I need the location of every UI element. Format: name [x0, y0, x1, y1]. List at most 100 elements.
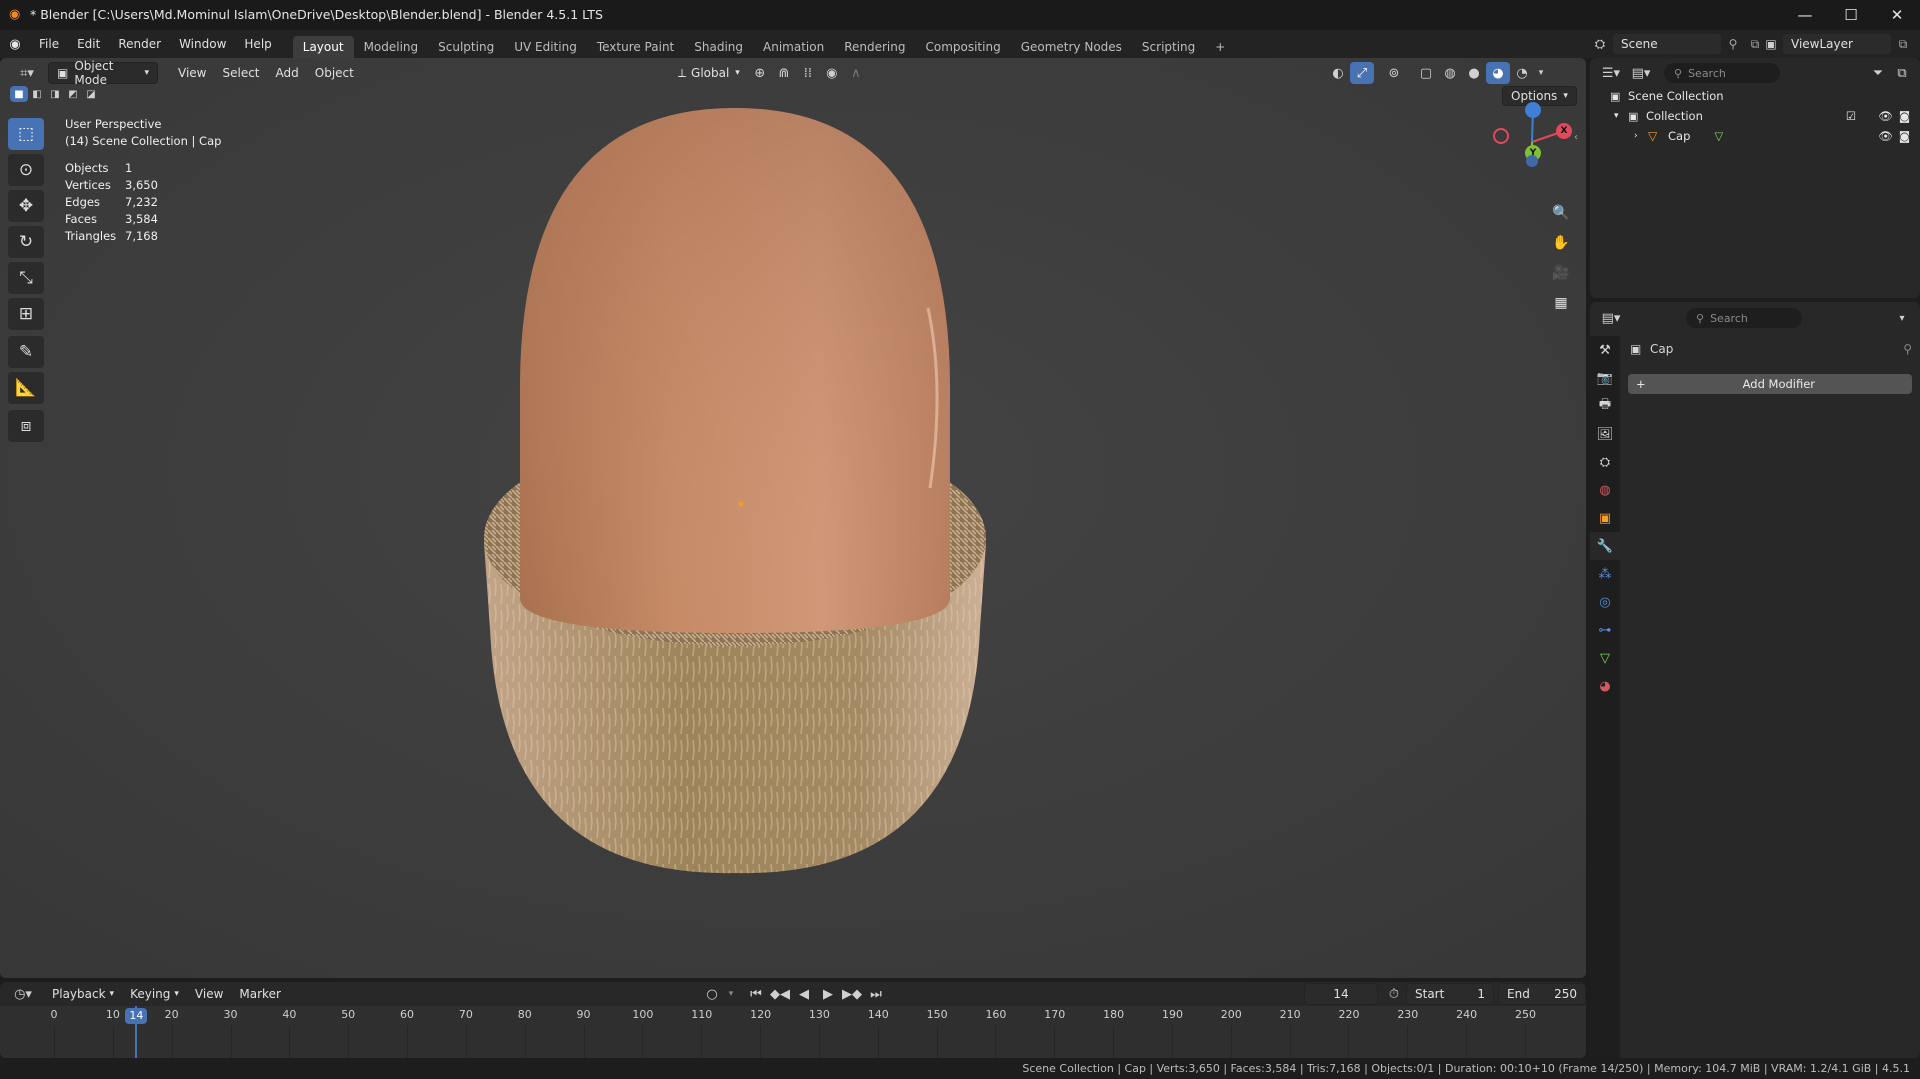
outliner-collection[interactable]: ▾ ▣ Collection ☑ 👁 ◙: [1610, 106, 1910, 126]
pin-icon[interactable]: ⚲: [1903, 342, 1912, 356]
expand-arrow-icon[interactable]: ▾: [1614, 111, 1628, 121]
filter-icon[interactable]: ⏷: [1866, 62, 1890, 84]
collapse-arrow-icon[interactable]: ›: [1634, 131, 1648, 141]
menu-render[interactable]: Render: [109, 30, 170, 58]
jump-start-icon[interactable]: ⏮: [744, 983, 768, 1005]
menu-edit[interactable]: Edit: [68, 30, 109, 58]
gizmo-neg-z-icon[interactable]: [1526, 155, 1538, 167]
keying-menu[interactable]: Keying ▾: [122, 983, 187, 1005]
rotate-tool-icon[interactable]: ↻: [8, 226, 44, 258]
material-preview-icon[interactable]: ◕: [1486, 62, 1510, 84]
zoom-icon[interactable]: 🔍: [1548, 200, 1574, 226]
tab-layout[interactable]: Layout: [292, 36, 354, 58]
sidebar-toggle-icon[interactable]: ‹: [1574, 132, 1578, 143]
chevron-down-icon[interactable]: ▾: [1890, 307, 1914, 329]
modifier-tab-icon[interactable]: 🔧: [1590, 532, 1620, 560]
play-reverse-icon[interactable]: ◀: [792, 983, 816, 1005]
camera-icon[interactable]: ◙: [1899, 109, 1910, 123]
timeline-scrubber[interactable]: 0 10 20 30 40 50 60 70 80 90 100 110 120 130 140 150 160…: [0, 1006, 1586, 1058]
stopwatch-icon[interactable]: ⏱: [1382, 983, 1406, 1005]
select-menu[interactable]: Select: [214, 62, 267, 84]
proportional-edit-icon[interactable]: ◉: [820, 62, 844, 84]
tab-scripting[interactable]: Scripting: [1132, 36, 1205, 58]
tool-tab-icon[interactable]: ⚒: [1590, 336, 1620, 364]
overlay-toggle-icon[interactable]: ⊚: [1382, 62, 1406, 84]
outliner-search-input[interactable]: ⚲ Search: [1664, 63, 1780, 83]
object-tab-icon[interactable]: ▣: [1590, 504, 1620, 532]
new-collection-icon[interactable]: ⧉: [1890, 62, 1914, 84]
render-tab-icon[interactable]: 📷: [1590, 364, 1620, 392]
menu-file[interactable]: File: [30, 30, 68, 58]
solid-shading-icon[interactable]: ●: [1462, 62, 1486, 84]
gizmo-z-icon[interactable]: [1525, 102, 1541, 118]
playback-menu[interactable]: Playback ▾: [44, 983, 122, 1005]
navigation-gizmo[interactable]: X Y: [1490, 98, 1572, 178]
transform-tool-icon[interactable]: ⊞: [8, 298, 44, 330]
new-view-layer-icon[interactable]: ⧉: [1892, 37, 1914, 52]
pin-icon[interactable]: ⚲: [1722, 37, 1744, 51]
outliner-editor-type-icon[interactable]: ☰▾: [1596, 62, 1626, 84]
add-workspace-button[interactable]: +: [1205, 36, 1235, 58]
physics-tab-icon[interactable]: ◎: [1590, 588, 1620, 616]
exclude-checkbox-icon[interactable]: ☑: [1846, 109, 1856, 123]
menu-window[interactable]: Window: [170, 30, 235, 58]
view-layer-tab-icon[interactable]: 🖼: [1590, 420, 1620, 448]
timeline-editor-type-icon[interactable]: ◷▾: [8, 983, 38, 1005]
editor-type-icon[interactable]: ⌗▾: [10, 62, 44, 84]
timeline-view-menu[interactable]: View: [187, 983, 231, 1005]
prev-keyframe-icon[interactable]: ◆◀: [768, 983, 792, 1005]
data-tab-icon[interactable]: ▽: [1590, 644, 1620, 672]
gizmo-x-icon[interactable]: X: [1556, 123, 1572, 139]
viewport-canvas[interactable]: [0, 58, 1586, 978]
visibility-icon[interactable]: ◐: [1326, 62, 1350, 84]
view-layer-selector[interactable]: ▣ ViewLayer ⧉: [1760, 33, 1914, 55]
measure-tool-icon[interactable]: 📐: [8, 372, 44, 404]
tab-compositing[interactable]: Compositing: [915, 36, 1010, 58]
current-frame-field[interactable]: 14: [1304, 983, 1378, 1005]
properties-editor-type-icon[interactable]: ▤▾: [1596, 307, 1626, 329]
pan-hand-icon[interactable]: ✋: [1548, 230, 1574, 256]
eye-icon[interactable]: 👁: [1878, 129, 1893, 143]
rendered-shading-icon[interactable]: ◔: [1510, 62, 1534, 84]
eye-icon[interactable]: 👁: [1878, 109, 1893, 123]
camera-icon[interactable]: ◙: [1899, 129, 1910, 143]
gizmo-toggle-icon[interactable]: ⤢: [1350, 62, 1374, 84]
mode-dropdown[interactable]: ▣ Object Mode ▾: [48, 59, 158, 87]
gizmo-neg-x-icon[interactable]: [1493, 128, 1509, 144]
3d-viewport[interactable]: ⌗▾ ▣ Object Mode ▾ View Select Add Objec…: [0, 58, 1586, 978]
jump-end-icon[interactable]: ⏭: [864, 983, 888, 1005]
tab-rendering[interactable]: Rendering: [834, 36, 915, 58]
cursor-tool-icon[interactable]: ⊙: [8, 154, 44, 186]
xray-icon[interactable]: ▢: [1414, 62, 1438, 84]
constraints-tab-icon[interactable]: ⊶: [1590, 616, 1620, 644]
auto-keying-icon[interactable]: ○: [700, 983, 724, 1005]
scale-tool-icon[interactable]: ⤡: [8, 262, 44, 294]
close-button[interactable]: ✕: [1874, 0, 1920, 30]
blender-menu-icon[interactable]: ◉: [0, 37, 30, 52]
end-frame-field[interactable]: End 250: [1498, 983, 1586, 1005]
scene-selector[interactable]: ⛭ Scene ⚲ ⧉: [1588, 33, 1766, 55]
playhead-frame-label[interactable]: 14: [125, 1008, 148, 1024]
shading-options-icon[interactable]: ▾: [1534, 62, 1548, 84]
view-menu[interactable]: View: [170, 62, 214, 84]
snap-target-icon[interactable]: ⁞⁞: [796, 62, 820, 84]
select-extend-icon[interactable]: ◧: [28, 86, 46, 102]
snap-icon[interactable]: ⋒: [772, 62, 796, 84]
select-invert-icon[interactable]: ◩: [64, 86, 82, 102]
mesh-data-icon[interactable]: ▽: [1714, 129, 1723, 143]
display-mode-icon[interactable]: ▤▾: [1626, 62, 1656, 84]
scene-tab-icon[interactable]: ⛭: [1590, 448, 1620, 476]
start-frame-field[interactable]: Start 1: [1406, 983, 1494, 1005]
play-icon[interactable]: ▶: [816, 983, 840, 1005]
transform-orientation-dropdown[interactable]: ⟂ Global ▾: [670, 62, 748, 84]
add-menu[interactable]: Add: [268, 62, 307, 84]
minimize-button[interactable]: —: [1782, 0, 1828, 30]
chevron-down-icon[interactable]: ▾: [724, 983, 738, 1005]
particles-tab-icon[interactable]: ⁂: [1590, 560, 1620, 588]
camera-view-icon[interactable]: 🎥: [1548, 260, 1574, 286]
outliner-scene-collection[interactable]: ▣ Scene Collection: [1610, 86, 1910, 106]
pivot-point-icon[interactable]: ⊕: [748, 62, 772, 84]
select-box-tool-icon[interactable]: ⬚: [8, 118, 44, 150]
object-menu[interactable]: Object: [307, 62, 362, 84]
tab-animation[interactable]: Animation: [753, 36, 834, 58]
